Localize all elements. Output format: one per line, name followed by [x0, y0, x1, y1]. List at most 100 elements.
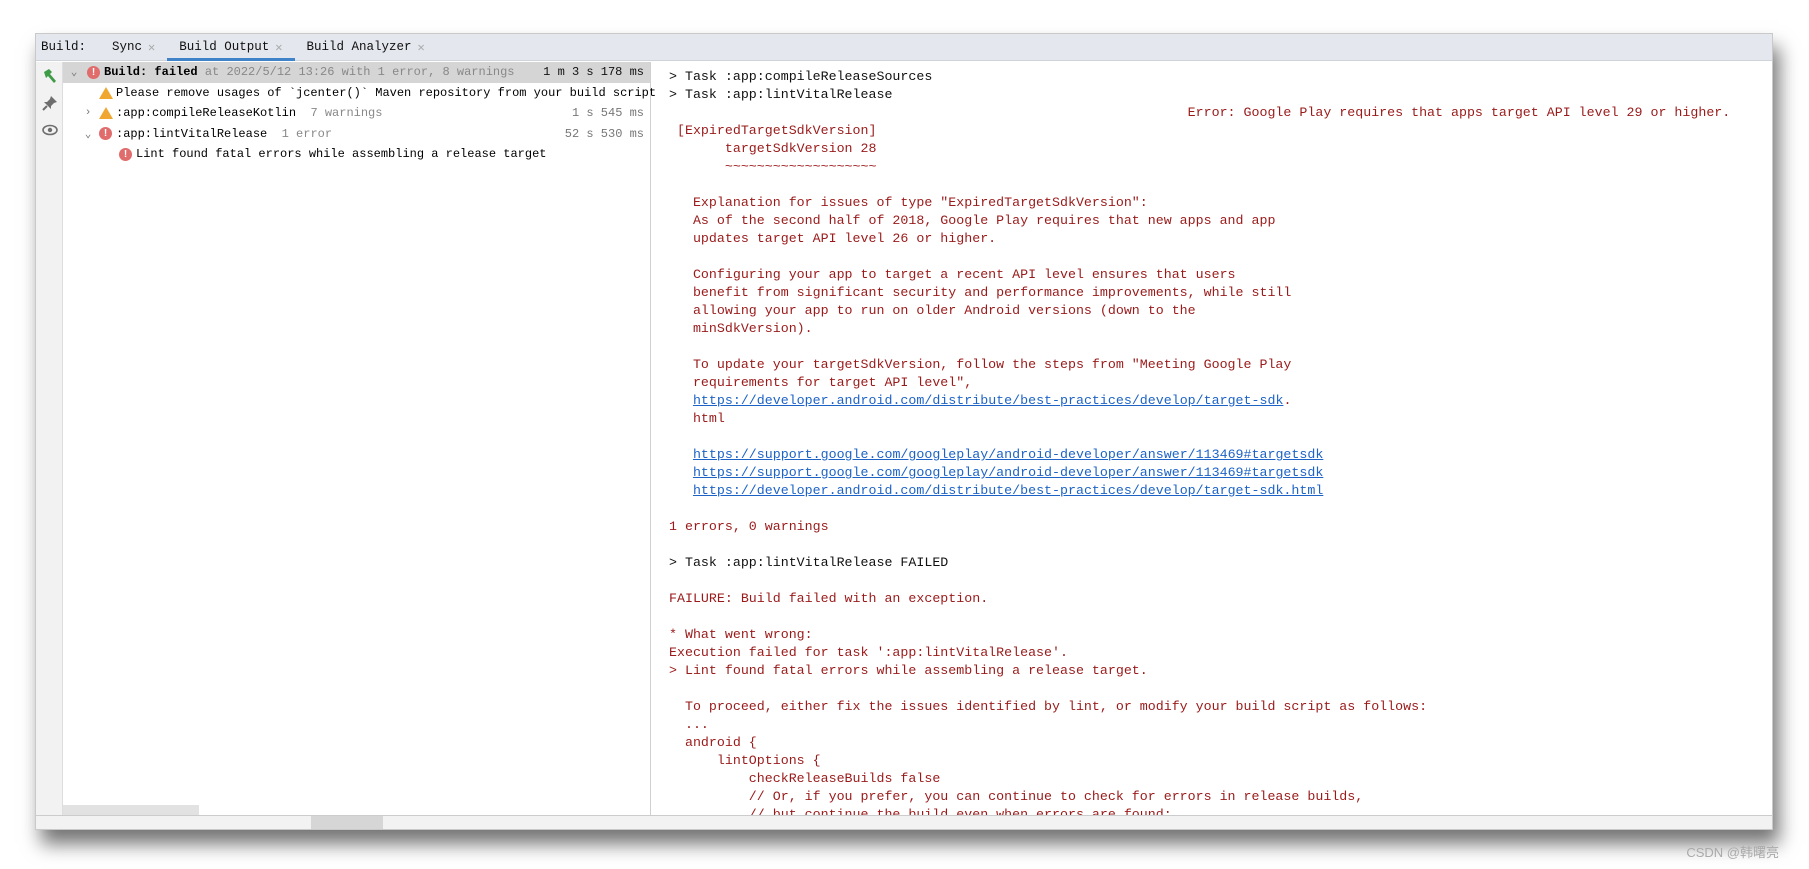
console-line: https://support.google.com/googleplay/an…: [669, 464, 1772, 482]
console-text: To proceed, either fix the issues identi…: [669, 699, 1428, 714]
console-text: updates target API level 26 or higher.: [669, 231, 997, 246]
console-line: Error: Google Play requires that apps ta…: [669, 104, 1772, 122]
console-text: Error: Google Play requires that apps ta…: [669, 105, 1731, 120]
console-text: checkReleaseBuilds false: [669, 771, 941, 786]
console-line: [ExpiredTargetSdkVersion]: [669, 122, 1772, 140]
hammer-icon[interactable]: [36, 62, 63, 89]
tree-item-lint-fatal-error[interactable]: ! Lint found fatal errors while assembli…: [63, 144, 650, 165]
console-text: // but continue the build even when erro…: [669, 807, 1172, 815]
error-icon: !: [87, 65, 100, 79]
tab-build-output[interactable]: Build Output ✕: [167, 34, 295, 61]
console-line: * What went wrong:: [669, 626, 1772, 644]
tree-item-count: 7 warnings: [310, 106, 383, 121]
tab-sync[interactable]: Sync ✕: [100, 34, 167, 60]
console-text: lintOptions {: [669, 753, 821, 768]
console-line: ~~~~~~~~~~~~~~~~~~~: [669, 158, 1772, 176]
close-icon[interactable]: ✕: [418, 40, 425, 55]
console-line: requirements for target API level",: [669, 374, 1772, 392]
build-tool-window: Build: Sync ✕ Build Output ✕ Build Analyze…: [35, 33, 1773, 830]
chevron-down-icon[interactable]: ⌄: [81, 127, 95, 141]
build-tree: ⌄ ! Build: failed at 2022/5/12 13:26 wit…: [63, 62, 656, 815]
tree-item-compile-release-kotlin[interactable]: › :app:compileReleaseKotlin 7 warnings 1…: [63, 103, 650, 124]
console-text: Execution failed for task ':app:lintVita…: [669, 645, 1068, 660]
console-line: > Task :app:compileReleaseSources: [669, 68, 1772, 86]
console-text: ~~~~~~~~~~~~~~~~~~~: [669, 159, 877, 174]
console-text: 1 errors, 0 warnings: [669, 519, 829, 534]
tree-item-label: Lint found fatal errors while assembling…: [136, 147, 547, 162]
console-line: > Task :app:lintVitalRelease FAILED: [669, 554, 1772, 572]
warning-icon: [99, 86, 113, 99]
status-scroll-thumb[interactable]: [311, 816, 383, 829]
console-line: // but continue the build even when erro…: [669, 806, 1772, 815]
console-text: To update your targetSdkVersion, follow …: [669, 357, 1292, 372]
console-text: [ExpiredTargetSdkVersion]: [669, 123, 877, 138]
console-line: As of the second half of 2018, Google Pl…: [669, 212, 1772, 230]
console-text: * What went wrong:: [669, 627, 813, 642]
console-link[interactable]: https://support.google.com/googleplay/an…: [693, 447, 1323, 462]
build-title: Build:: [104, 65, 148, 80]
close-icon[interactable]: ✕: [275, 40, 282, 55]
close-icon[interactable]: ✕: [148, 40, 155, 55]
tab-label: Sync: [112, 40, 143, 54]
watermark: CSDN @韩曙亮: [1686, 845, 1779, 860]
console-text: FAILURE: Build failed with an exception.: [669, 591, 989, 606]
horizontal-scrollbar[interactable]: [63, 805, 199, 815]
build-duration: 1 m 3 s 178 ms: [543, 65, 644, 80]
console-line: Explanation for issues of type "ExpiredT…: [669, 194, 1772, 212]
console-line: checkReleaseBuilds false: [669, 770, 1772, 788]
build-detail: at 2022/5/12 13:26 with 1 error, 8 warni…: [197, 65, 515, 80]
build-tabs: Build: Sync ✕ Build Output ✕ Build Analyze…: [36, 34, 1772, 61]
console-output[interactable]: > Task :app:compileReleaseSources > Task …: [660, 62, 1772, 815]
console-line: lintOptions {: [669, 752, 1772, 770]
console-text: Configuring your app to target a recent …: [669, 267, 1236, 282]
tree-item-jcenter-warning[interactable]: Please remove usages of `jcenter()` Mave…: [63, 83, 656, 104]
status-bar: [36, 815, 1772, 829]
console-line: ...: [669, 716, 1772, 734]
chevron-right-icon[interactable]: ›: [81, 107, 95, 119]
console-line: https://developer.android.com/distribute…: [669, 482, 1772, 500]
console-link[interactable]: https://developer.android.com/distribute…: [693, 393, 1283, 408]
build-root-row[interactable]: ⌄ ! Build: failed at 2022/5/12 13:26 wit…: [63, 62, 650, 83]
console-line: android {: [669, 734, 1772, 752]
console-link[interactable]: https://support.google.com/googleplay/an…: [693, 465, 1323, 480]
console-line: updates target API level 26 or higher.: [669, 230, 1772, 248]
eye-icon[interactable]: [36, 116, 63, 143]
console-text: requirements for target API level",: [669, 375, 973, 390]
console-line: benefit from significant security and pe…: [669, 284, 1772, 302]
chevron-down-icon[interactable]: ⌄: [67, 65, 81, 79]
error-icon: !: [99, 127, 112, 141]
tab-build-analyzer[interactable]: Build Analyzer ✕: [295, 34, 437, 60]
tree-item-label: Please remove usages of `jcenter()` Mave…: [116, 85, 657, 100]
console-line: > Lint found fatal errors while assembli…: [669, 662, 1772, 680]
console-line: Configuring your app to target a recent …: [669, 266, 1772, 284]
console-line: minSdkVersion).: [669, 320, 1772, 338]
console-line: 1 errors, 0 warnings: [669, 518, 1772, 536]
console-text: Explanation for issues of type "ExpiredT…: [669, 195, 1148, 210]
tree-item-lint-vital-release[interactable]: ⌄ ! :app:lintVitalRelease 1 error 52 s 5…: [63, 124, 650, 145]
console-link[interactable]: https://developer.android.com/distribute…: [693, 483, 1323, 498]
console-text: html: [669, 411, 725, 426]
console-line: To update your targetSdkVersion, follow …: [669, 356, 1772, 374]
warning-icon: [99, 107, 113, 120]
build-status: failed: [154, 65, 198, 80]
console-text: minSdkVersion).: [669, 321, 813, 336]
console-text: ...: [669, 717, 709, 732]
console-text: > Lint found fatal errors while assembli…: [669, 663, 1148, 678]
tree-item-duration: 1 s 545 ms: [571, 106, 644, 121]
console-line: https://support.google.com/googleplay/an…: [669, 446, 1772, 464]
console-text: android {: [669, 735, 757, 750]
pin-icon[interactable]: [36, 89, 63, 116]
tree-item-label: :app:lintVitalRelease: [116, 126, 268, 141]
